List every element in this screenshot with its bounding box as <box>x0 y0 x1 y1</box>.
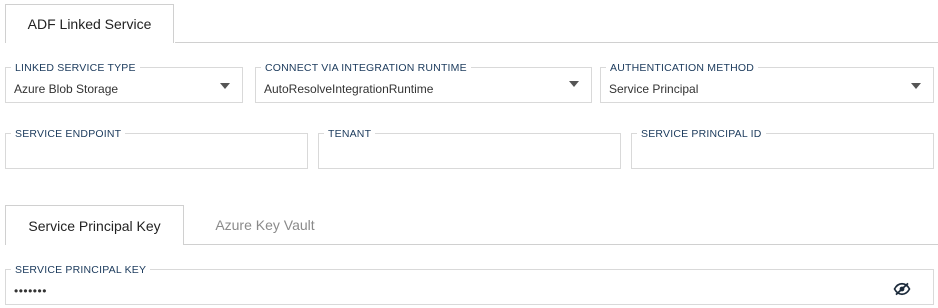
chevron-down-icon[interactable] <box>911 83 921 89</box>
eye-slash-icon[interactable] <box>893 282 911 296</box>
integration-runtime-value: AutoResolveIntegrationRuntime <box>264 82 434 96</box>
tab-adf-linked-service[interactable]: ADF Linked Service <box>5 4 174 43</box>
key-tab-bar: Service Principal Key Azure Key Vault <box>0 205 938 245</box>
top-tab-bar: ADF Linked Service <box>0 0 938 43</box>
linked-service-type-label: LINKED SERVICE TYPE <box>11 61 140 75</box>
tab-divider <box>175 42 938 43</box>
service-principal-key-label: SERVICE PRINCIPAL KEY <box>11 263 151 277</box>
service-principal-key-input[interactable]: SERVICE PRINCIPAL KEY ••••••• <box>5 263 934 305</box>
authentication-method-select[interactable]: AUTHENTICATION METHOD Service Principal <box>600 61 934 103</box>
tab-divider <box>184 244 938 245</box>
tenant-label: TENANT <box>324 127 376 141</box>
service-endpoint-input[interactable]: SERVICE ENDPOINT <box>5 127 308 169</box>
integration-runtime-label: CONNECT VIA INTEGRATION RUNTIME <box>261 61 471 75</box>
tab-azure-key-vault[interactable]: Azure Key Vault <box>195 205 335 245</box>
chevron-down-icon[interactable] <box>569 81 579 87</box>
authentication-method-label: AUTHENTICATION METHOD <box>606 61 759 75</box>
service-principal-id-label: SERVICE PRINCIPAL ID <box>637 127 766 141</box>
service-principal-key-value: ••••••• <box>14 284 47 298</box>
integration-runtime-select[interactable]: CONNECT VIA INTEGRATION RUNTIME AutoReso… <box>255 61 592 103</box>
authentication-method-value: Service Principal <box>609 82 699 96</box>
linked-service-type-value: Azure Blob Storage <box>14 82 119 96</box>
tab-service-principal-key[interactable]: Service Principal Key <box>5 205 184 245</box>
tab-label: ADF Linked Service <box>27 16 152 32</box>
service-principal-id-input[interactable]: SERVICE PRINCIPAL ID <box>631 127 934 169</box>
service-endpoint-label: SERVICE ENDPOINT <box>11 127 126 141</box>
tab-label: Service Principal Key <box>28 217 161 234</box>
tenant-input[interactable]: TENANT <box>318 127 621 169</box>
tab-label: Azure Key Vault <box>215 217 315 233</box>
chevron-down-icon[interactable] <box>220 83 230 89</box>
linked-service-type-select[interactable]: LINKED SERVICE TYPE Azure Blob Storage <box>5 61 243 103</box>
